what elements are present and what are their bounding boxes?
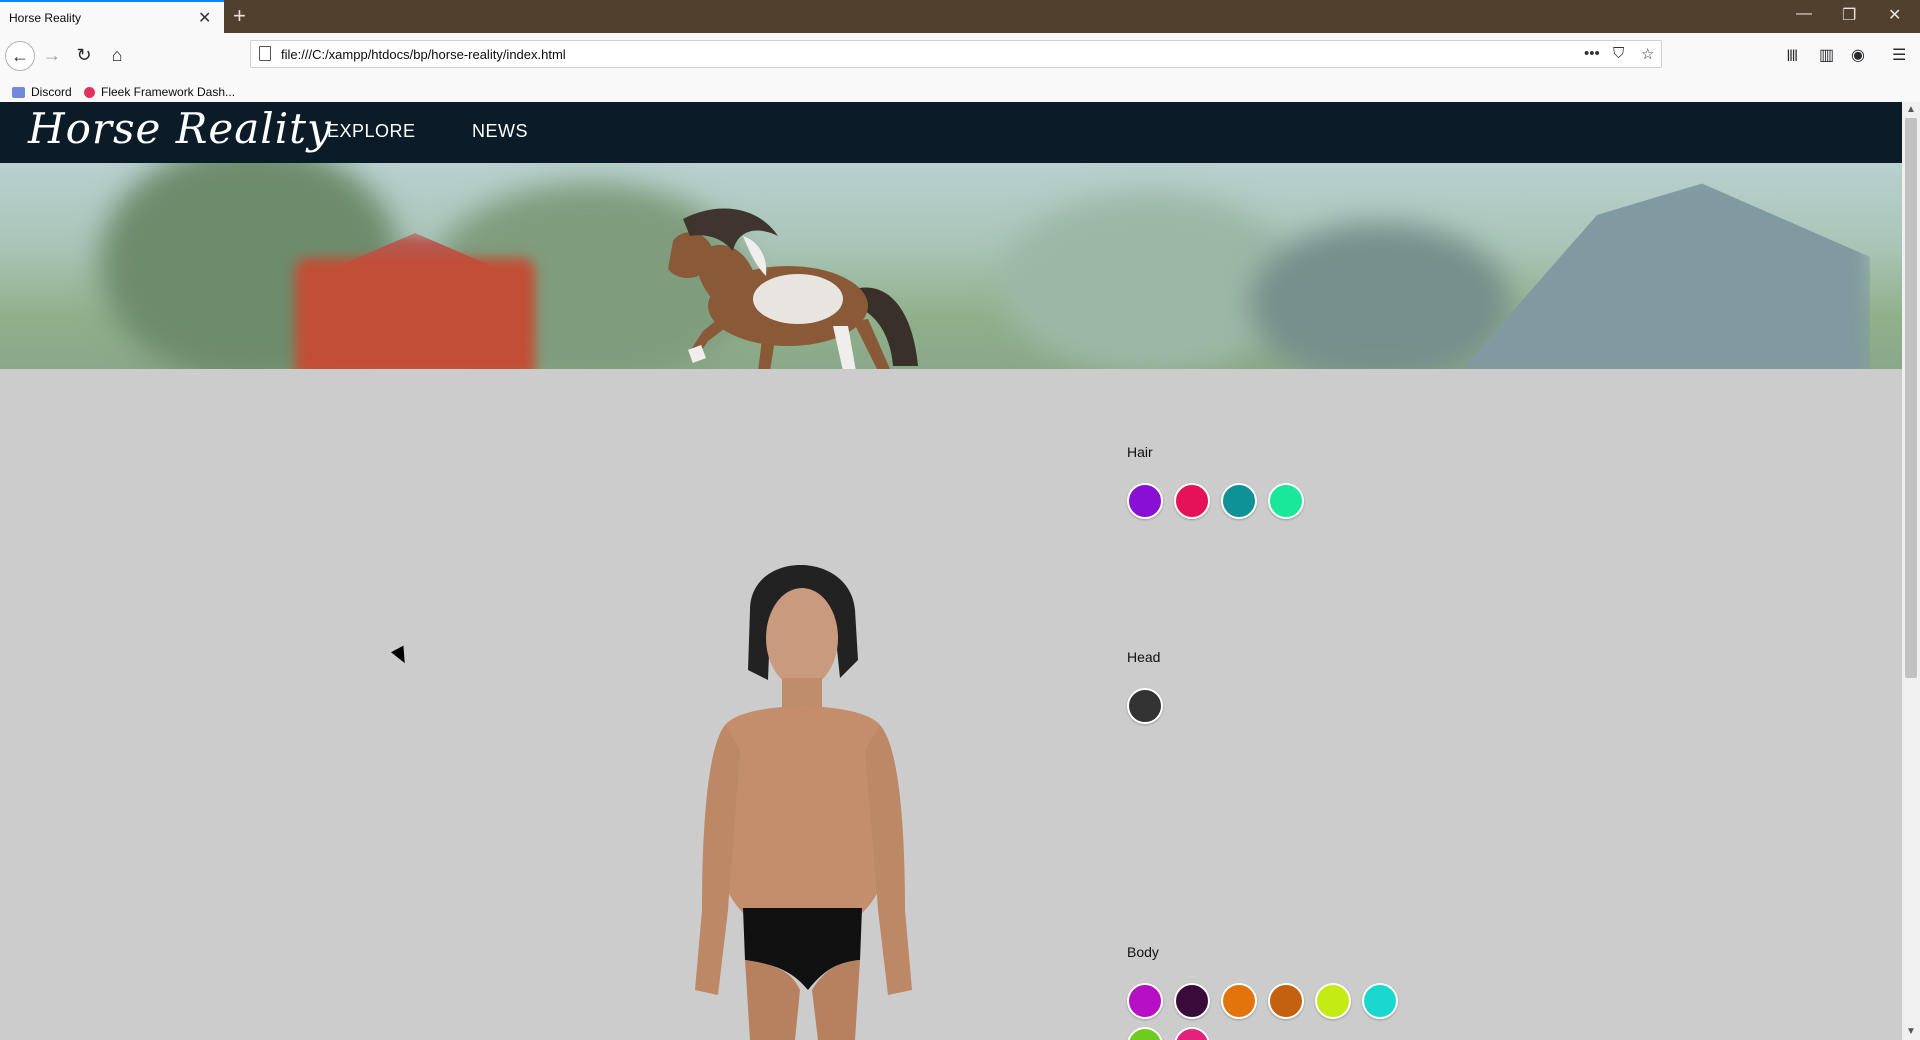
body-color-swatch[interactable] [1315,983,1351,1019]
hair-section-label: Hair [1127,444,1153,460]
tab-title: Horse Reality [9,11,82,25]
bookmark-fleek[interactable]: Fleek Framework Dash... [84,85,235,99]
hair-color-swatch[interactable] [1127,483,1163,519]
browser-toolbar: ← → ↻ ⌂ file:///C:/xampp/htdocs/bp/horse… [0,33,1920,107]
site-navigation: Horse Reality EXPLORE NEWS [0,102,1902,163]
hair-color-swatch[interactable] [1221,483,1257,519]
body-color-swatch[interactable] [1174,983,1210,1019]
hair-color-swatch[interactable] [1268,483,1304,519]
minimize-icon[interactable]: — [1796,5,1812,23]
pocket-icon[interactable]: ⛉ [1613,45,1624,62]
browser-tab[interactable]: Horse Reality ✕ [0,0,224,33]
page-icon [259,46,271,61]
body-color-swatch[interactable] [1174,1027,1210,1040]
nav-explore[interactable]: EXPLORE [327,121,416,142]
more-actions-icon[interactable]: ••• [1584,45,1600,62]
discord-icon [12,87,25,99]
body-color-swatch[interactable] [1268,983,1304,1019]
plus-icon[interactable]: + [233,3,246,29]
character-avatar [695,565,912,1040]
horse-illustration [668,208,918,369]
fleek-icon [84,87,95,99]
site-logo[interactable]: Horse Reality [28,104,332,153]
body-color-swatch[interactable] [1362,983,1398,1019]
scroll-thumb[interactable] [1905,118,1917,678]
page-scrollbar[interactable]: ▲ ▼ [1902,102,1920,1040]
bookmark-star-icon[interactable]: ☆ [1641,45,1654,63]
forward-arrow-icon[interactable]: → [38,41,66,69]
menu-icon[interactable]: ☰ [1892,45,1906,65]
nav-news[interactable]: NEWS [472,121,528,142]
head-color-swatch[interactable] [1127,688,1163,724]
head-section-label: Head [1127,649,1161,665]
mountain-shape [1450,183,1870,369]
account-icon[interactable]: ◉ [1851,45,1865,65]
scroll-down-icon[interactable]: ▼ [1906,1026,1916,1037]
hair-color-swatch[interactable] [1174,483,1210,519]
hill-shape [1250,223,1510,369]
back-arrow-icon[interactable]: ← [5,41,35,71]
browser-tab-bar: Horse Reality ✕ + — ❐ ✕ [0,0,1920,33]
body-color-swatch[interactable] [1127,1027,1163,1040]
scroll-up-icon[interactable]: ▲ [1906,104,1916,115]
library-icon[interactable]: 𝍬 [1787,45,1798,72]
sidebar-icon[interactable]: ▥ [1819,45,1834,65]
url-text[interactable]: file:///C:/xampp/htdocs/bp/horse-reality… [281,47,566,62]
barn-shape [295,258,535,369]
close-icon[interactable]: ✕ [198,8,211,28]
reload-icon[interactable]: ↻ [70,41,98,69]
restore-icon[interactable]: ❐ [1842,5,1856,25]
window-close-icon[interactable]: ✕ [1888,5,1901,25]
body-section-label: Body [1127,944,1159,960]
banner-image [0,163,1902,369]
url-bar[interactable]: file:///C:/xampp/htdocs/bp/horse-reality… [250,40,1662,68]
bookmark-discord[interactable]: Discord [12,85,72,99]
body-color-swatch[interactable] [1127,983,1163,1019]
home-icon[interactable]: ⌂ [103,41,131,69]
web-page: Horse Reality EXPLORE NEWS Hair Head Bod… [0,102,1902,1040]
body-color-swatch[interactable] [1221,983,1257,1019]
